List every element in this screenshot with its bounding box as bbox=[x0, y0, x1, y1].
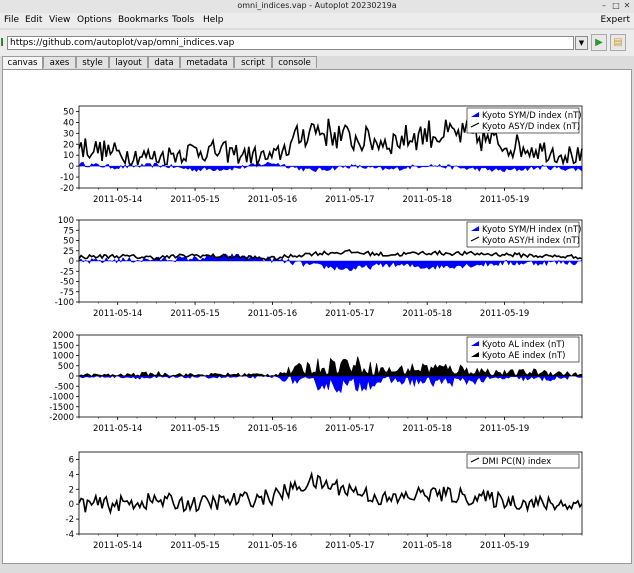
panel-1-ytick-label-4: 0 bbox=[69, 257, 74, 267]
panel-0-xtick-label-3: 2011-05-17 bbox=[325, 195, 374, 205]
panel-0-ytick-label-6: 40 bbox=[63, 118, 74, 128]
panel-0-ytick-label-0: -20 bbox=[60, 184, 74, 194]
tab-style[interactable]: style bbox=[76, 56, 109, 68]
menu-bar: File Edit View Options Bookmarks Tools H… bbox=[0, 13, 634, 28]
panel-2-xtick-label-3: 2011-05-17 bbox=[325, 424, 374, 434]
menu-help[interactable]: Help bbox=[203, 15, 224, 25]
panel-1-legend-label-1: Kyoto ASY/H index (nT) bbox=[482, 236, 580, 246]
tab-metadata[interactable]: metadata bbox=[180, 56, 234, 68]
series-1-0-area bbox=[78, 253, 583, 271]
panel-0-legend-label-1: Kyoto ASY/D index (nT) bbox=[482, 122, 580, 132]
panel-1-ytick-label-8: 100 bbox=[58, 216, 74, 226]
panel-3-ytick-label-1: -2 bbox=[66, 515, 74, 525]
panel-3-ytick-label-4: 4 bbox=[69, 470, 74, 480]
panel-0-ytick-label-7: 50 bbox=[63, 107, 74, 117]
panel-2-ytick-label-7: 1500 bbox=[52, 341, 74, 351]
panel-1-xtick-label-4: 2011-05-18 bbox=[403, 309, 452, 319]
panel-1-xtick-label-2: 2011-05-16 bbox=[248, 309, 297, 319]
panel-0-xtick-label-1: 2011-05-15 bbox=[170, 195, 219, 205]
minimize-icon[interactable]: – bbox=[599, 1, 609, 11]
series-0-0-area bbox=[78, 161, 583, 173]
panel-0-ytick-label-2: 0 bbox=[69, 162, 74, 172]
panel-3-xtick-label-0: 2011-05-14 bbox=[93, 541, 142, 551]
panel-2-ytick-label-6: 1000 bbox=[52, 352, 74, 362]
panel-3-ytick-label-2: 0 bbox=[69, 500, 74, 510]
tab-canvas[interactable]: canvas bbox=[2, 56, 43, 69]
panel-0-xtick-label-2: 2011-05-16 bbox=[248, 195, 297, 205]
panel-2-xtick-label-5: 2011-05-19 bbox=[480, 424, 529, 434]
panel-3-xtick-label-5: 2011-05-19 bbox=[480, 541, 529, 551]
panel-2-ytick-label-4: 0 bbox=[69, 372, 74, 382]
panel-3-xtick-label-1: 2011-05-15 bbox=[170, 541, 219, 551]
panel-2-ytick-label-3: -500 bbox=[55, 382, 74, 392]
panel-3-ytick-label-0: -4 bbox=[66, 530, 74, 540]
panel-2-legend-label-1: Kyoto AE index (nT) bbox=[482, 351, 565, 361]
panel-0-ytick-label-5: 30 bbox=[63, 129, 74, 139]
plot-canvas[interactable]: -20 -10 0 10 20 30 40 50 2011-05-14 2011-05-15 201… bbox=[2, 69, 632, 564]
tab-script[interactable]: script bbox=[234, 56, 272, 68]
panel-2-xtick-label-4: 2011-05-18 bbox=[403, 424, 452, 434]
panel-1-ytick-label-6: 50 bbox=[63, 237, 74, 247]
panel-3-ytick-label-5: 6 bbox=[69, 455, 74, 465]
panel-3-xtick-label-4: 2011-05-18 bbox=[403, 541, 452, 551]
plots-svg: -20-10010203040502011-05-14 2011-05-15 201… bbox=[49, 105, 583, 551]
series-2-0-area bbox=[78, 375, 583, 394]
close-icon[interactable]: ✕ bbox=[622, 1, 632, 11]
series-3-0-line bbox=[78, 471, 583, 516]
panel-1-xtick-label-1: 2011-05-15 bbox=[170, 309, 219, 319]
panel-2-xtick-label-1: 2011-05-15 bbox=[170, 424, 219, 434]
tab-strip: canvas axes style layout data metadata s… bbox=[0, 56, 634, 69]
tab-axes[interactable]: axes bbox=[43, 56, 76, 68]
title-bar: omni_indices.vap - Autoplot 20230219a – … bbox=[0, 0, 634, 14]
panel-2-ytick-label-5: 500 bbox=[58, 362, 74, 372]
status-bar bbox=[0, 564, 634, 573]
panel-1-ytick-label-1: -75 bbox=[60, 288, 74, 298]
panel-0-ytick-label-4: 20 bbox=[63, 140, 74, 150]
panel-1-ytick-label-0: -100 bbox=[55, 298, 74, 308]
panel-0-xtick-label-0: 2011-05-14 bbox=[93, 195, 142, 205]
menu-tools[interactable]: Tools bbox=[172, 15, 194, 25]
browse-folder-button[interactable]: ▤ bbox=[610, 34, 626, 51]
menu-edit[interactable]: Edit bbox=[25, 15, 42, 25]
panel-0-xtick-label-5: 2011-05-19 bbox=[480, 195, 529, 205]
panel-3-legend-label-0: DMI PC(N) index bbox=[482, 457, 551, 467]
panel-0-ytick-label-3: 10 bbox=[63, 151, 74, 161]
panel-2-xtick-label-2: 2011-05-16 bbox=[248, 424, 297, 434]
panel-2-xtick-label-0: 2011-05-14 bbox=[93, 424, 142, 434]
panel-1-xtick-label-3: 2011-05-17 bbox=[325, 309, 374, 319]
address-bar: https://github.com/autoplot/vap/omni_ind… bbox=[0, 30, 634, 56]
tab-data[interactable]: data bbox=[148, 56, 180, 68]
panel-0-xtick-label-4: 2011-05-18 bbox=[403, 195, 452, 205]
go-button[interactable]: ▶ bbox=[591, 34, 607, 51]
panel-2-ytick-label-8: 2000 bbox=[52, 331, 74, 341]
panel-1-ytick-label-2: -50 bbox=[60, 278, 74, 288]
menu-file[interactable]: File bbox=[4, 15, 19, 25]
panel-1-legend-label-0: Kyoto SYM/H index (nT) bbox=[482, 225, 581, 235]
panel-1-ytick-label-3: -25 bbox=[60, 267, 74, 277]
series-1-1-line bbox=[78, 249, 583, 261]
panel-3-xtick-label-2: 2011-05-16 bbox=[248, 541, 297, 551]
panel-3-ytick-label-3: 2 bbox=[69, 485, 74, 495]
menu-options[interactable]: Options bbox=[77, 15, 112, 25]
url-input[interactable]: https://github.com/autoplot/vap/omni_ind… bbox=[7, 36, 574, 50]
panel-1-ytick-label-7: 75 bbox=[63, 226, 74, 236]
url-history-dropdown[interactable]: ▼ bbox=[575, 36, 588, 50]
panel-2-ytick-label-1: -1500 bbox=[49, 403, 74, 413]
panel-2-legend-label-0: Kyoto AL index (nT) bbox=[482, 340, 565, 350]
panel-0-legend-label-0: Kyoto SYM/D index (nT) bbox=[482, 111, 582, 121]
expert-mode-label[interactable]: Expert bbox=[601, 15, 631, 25]
panel-1-xtick-label-5: 2011-05-19 bbox=[480, 309, 529, 319]
window-title: omni_indices.vap - Autoplot 20230219a bbox=[237, 1, 397, 10]
panel-1-xtick-label-0: 2011-05-14 bbox=[93, 309, 142, 319]
panel-1-ytick-label-5: 25 bbox=[63, 247, 74, 257]
panel-3-xtick-label-3: 2011-05-17 bbox=[325, 541, 374, 551]
menu-view[interactable]: View bbox=[49, 15, 70, 25]
menu-bookmarks[interactable]: Bookmarks bbox=[118, 15, 168, 25]
maximize-icon[interactable]: □ bbox=[611, 1, 621, 11]
tab-console[interactable]: console bbox=[272, 56, 317, 68]
panel-2-ytick-label-2: -1000 bbox=[49, 393, 74, 403]
panel-2-ytick-label-0: -2000 bbox=[49, 413, 74, 423]
tab-layout[interactable]: layout bbox=[109, 56, 148, 68]
panel-0-ytick-label-1: -10 bbox=[60, 173, 74, 183]
